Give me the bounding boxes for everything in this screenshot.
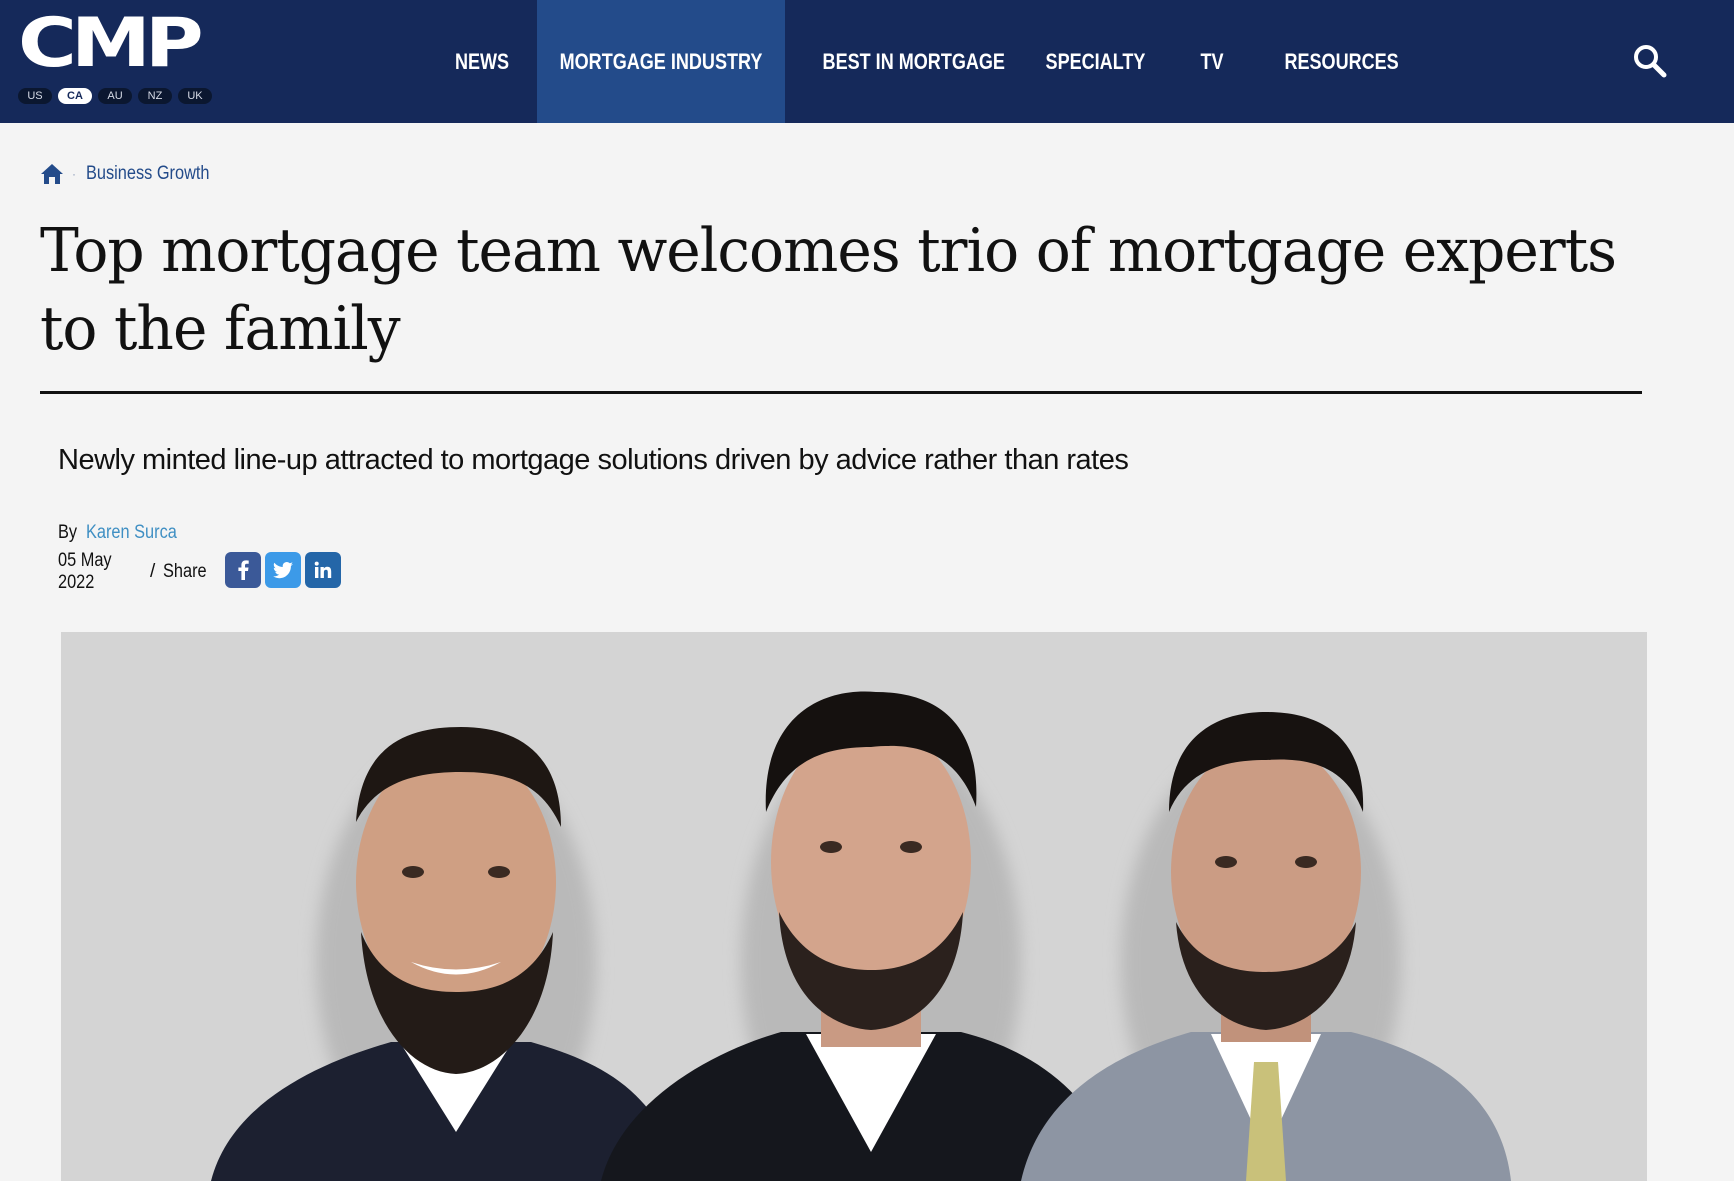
nav-item-news[interactable]: NEWS: [451, 0, 513, 123]
share-buttons: [225, 552, 341, 588]
nav-item-resources[interactable]: RESOURCES: [1284, 0, 1398, 123]
site-header: CMP US CA AU NZ UK NEWS MORTGAGE INDUSTR…: [0, 0, 1734, 123]
search-icon: [1634, 45, 1667, 78]
share-label: Share: [163, 561, 207, 582]
region-au[interactable]: AU: [98, 88, 132, 104]
nav-item-specialty[interactable]: SPECIALTY: [1046, 0, 1146, 123]
byline: By Karen Surca: [58, 522, 192, 544]
region-ca[interactable]: CA: [58, 88, 92, 104]
twitter-icon: [273, 561, 293, 578]
nav-item-mortgage-industry[interactable]: MORTGAGE INDUSTRY: [559, 0, 763, 123]
article-title: Top mortgage team welcomes trio of mortg…: [40, 216, 1617, 364]
facebook-icon: [238, 560, 249, 580]
region-selector: US CA AU NZ UK: [18, 88, 212, 104]
by-label: By: [58, 522, 78, 543]
article-subtitle: Newly minted line-up attracted to mortga…: [58, 444, 1129, 476]
breadcrumb-business-growth[interactable]: Business Growth: [86, 163, 210, 185]
home-icon[interactable]: [40, 163, 64, 185]
breadcrumb: · Business Growth: [40, 160, 230, 188]
share-twitter-button[interactable]: [265, 552, 301, 588]
linkedin-icon: [314, 561, 332, 578]
region-us[interactable]: US: [18, 88, 52, 104]
article-hero-image: [61, 632, 1647, 1181]
nav-item-tv[interactable]: TV: [1196, 0, 1229, 123]
title-divider: [40, 391, 1642, 394]
cmp-logo[interactable]: CMP: [18, 10, 254, 78]
author-link[interactable]: Karen Surca: [86, 522, 177, 544]
search-button[interactable]: [1633, 44, 1667, 78]
meta-separator: /: [150, 561, 156, 582]
share-facebook-button[interactable]: [225, 552, 261, 588]
team-photo: [211, 691, 1511, 1181]
region-uk[interactable]: UK: [178, 88, 212, 104]
person-left: [211, 727, 681, 1181]
nav-item-best-in-mortgage[interactable]: BEST IN MORTGAGE: [823, 0, 1005, 123]
breadcrumb-separator: ·: [72, 167, 76, 181]
article-meta: 05 May 2022 / Share: [58, 550, 214, 593]
region-nz[interactable]: NZ: [138, 88, 172, 104]
person-middle: [601, 691, 1121, 1181]
share-linkedin-button[interactable]: [305, 552, 341, 588]
publish-date: 05 May 2022: [58, 550, 112, 593]
person-right: [1021, 712, 1511, 1181]
